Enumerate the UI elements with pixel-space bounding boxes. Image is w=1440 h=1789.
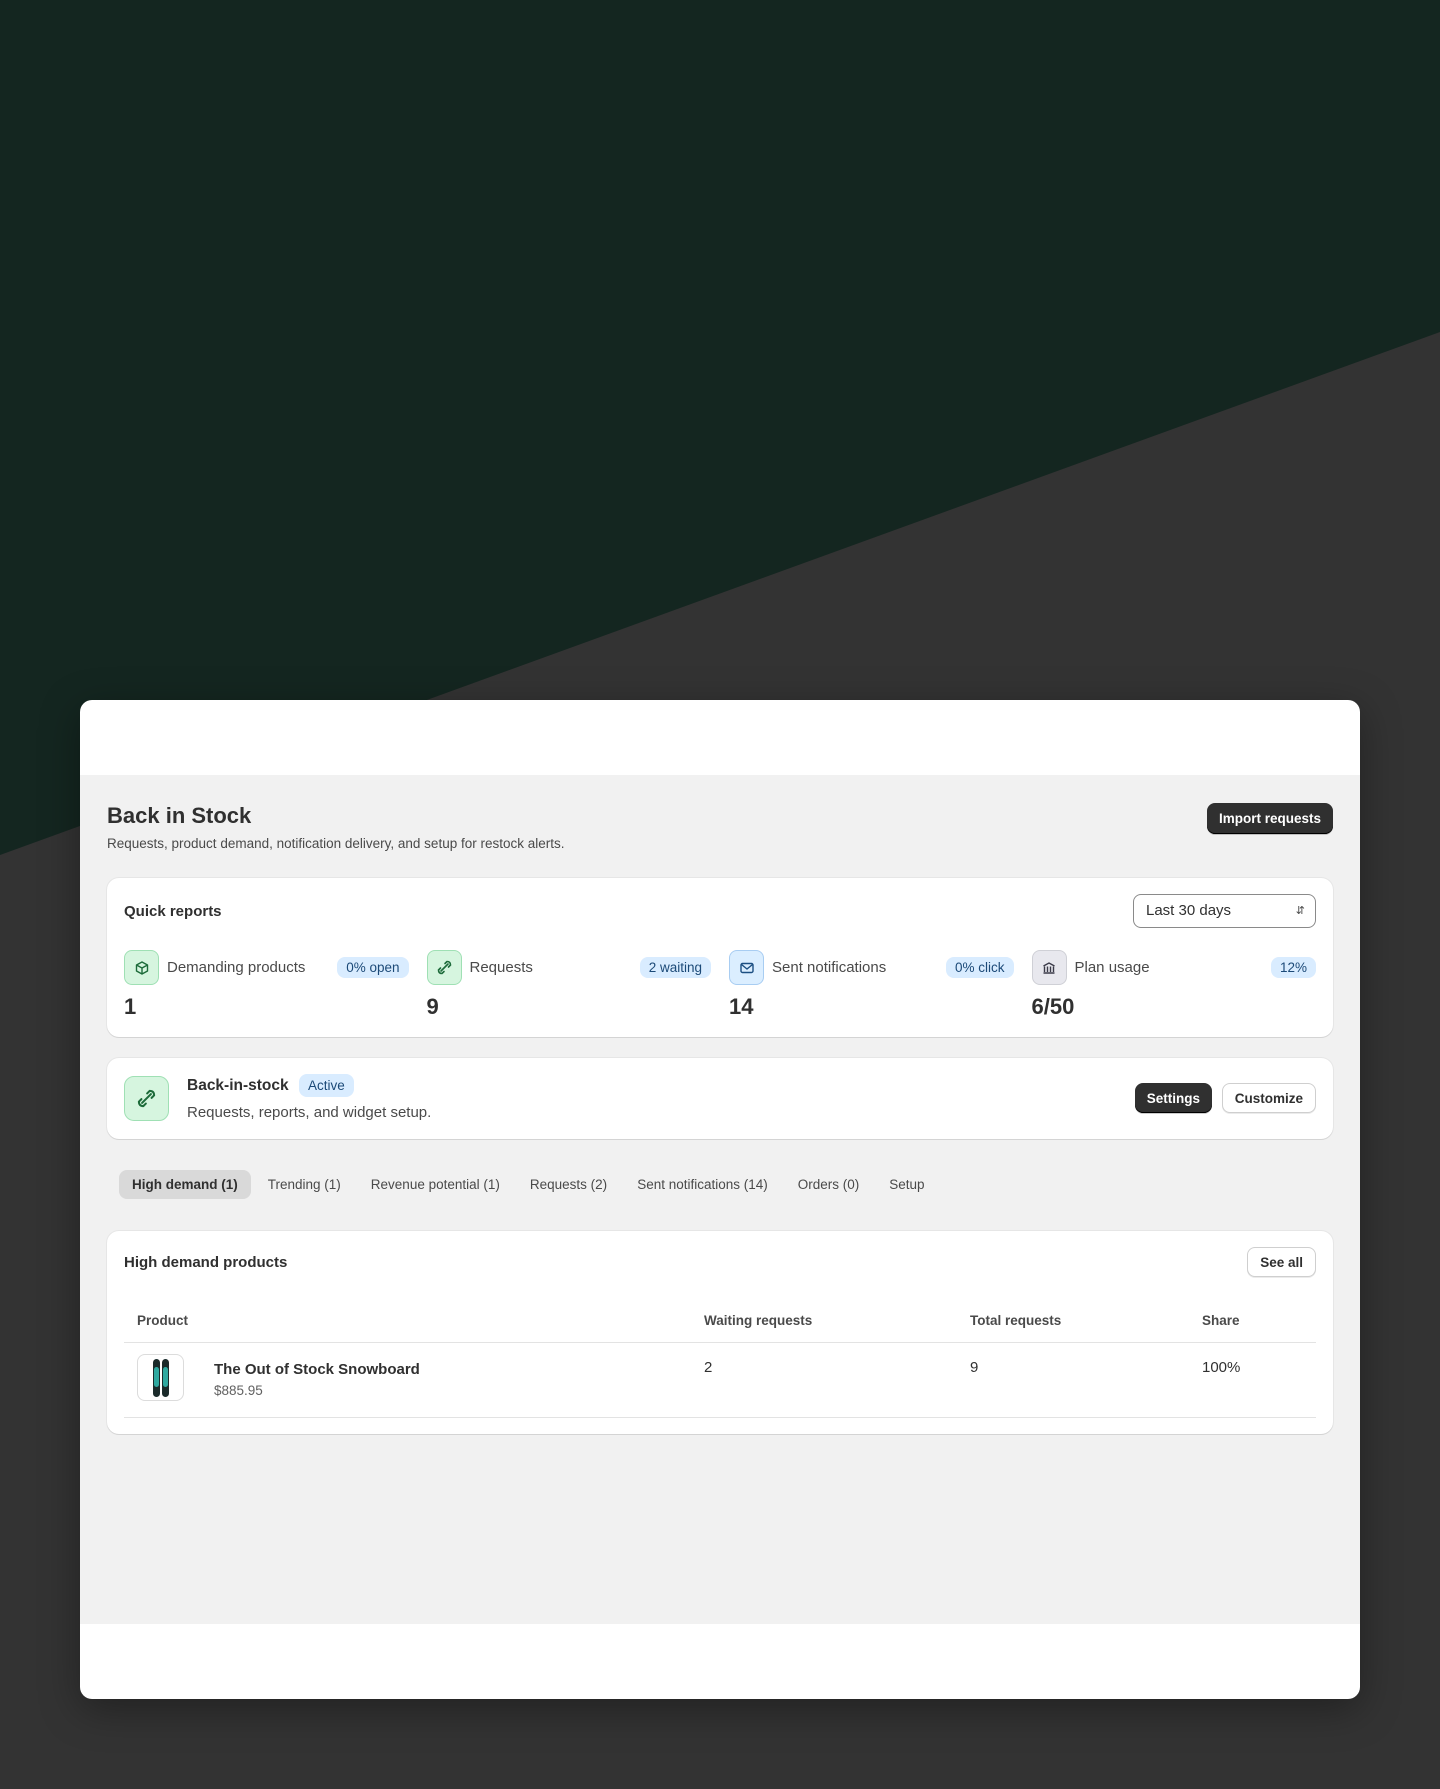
demand-table: Product Waiting requests Total requests … [124, 1303, 1316, 1418]
column-header-share[interactable]: Share [1202, 1313, 1240, 1328]
metric-label: Demanding products [167, 959, 306, 976]
settings-button[interactable]: Settings [1134, 1083, 1212, 1113]
table-header: Product Waiting requests Total requests … [124, 1303, 1316, 1343]
column-header-product[interactable]: Product [137, 1313, 188, 1328]
metric-badge: 0% click [945, 957, 1014, 978]
tab-sent-notifications[interactable]: Sent notifications (14) [624, 1170, 781, 1199]
metric-badge: 12% [1270, 957, 1316, 978]
link-icon [124, 1076, 169, 1121]
metric-label: Plan usage [1074, 959, 1150, 976]
period-select-value: Last 30 days [1146, 902, 1232, 919]
total-requests-cell: 9 [970, 1359, 979, 1376]
bank-icon [1031, 950, 1067, 985]
report-tabs: High demand (1) Trending (1) Revenue pot… [119, 1170, 938, 1199]
tab-revenue-potential[interactable]: Revenue potential (1) [358, 1170, 513, 1199]
metric-sent-notifications[interactable]: Sent notifications 0% click 14 [729, 950, 1014, 1020]
metric-value: 9 [426, 994, 439, 1019]
page-subtitle: Requests, product demand, notification d… [107, 836, 565, 851]
see-all-button[interactable]: See all [1247, 1247, 1316, 1277]
tab-high-demand[interactable]: High demand (1) [119, 1170, 251, 1199]
metric-label: Requests [469, 959, 533, 976]
app-content: Back in Stock Requests, product demand, … [80, 775, 1360, 1624]
tab-trending[interactable]: Trending (1) [255, 1170, 354, 1199]
metric-value: 14 [729, 994, 754, 1019]
column-header-total[interactable]: Total requests [970, 1313, 1061, 1328]
metric-label: Sent notifications [772, 959, 887, 976]
link-icon [426, 950, 462, 985]
app-window: Back in Stock Requests, product demand, … [80, 700, 1360, 1699]
column-header-waiting[interactable]: Waiting requests [704, 1313, 812, 1328]
back-in-stock-widget-card: Back-in-stock Active Requests, reports, … [107, 1058, 1333, 1139]
high-demand-title: High demand products [124, 1254, 288, 1271]
tab-setup[interactable]: Setup [876, 1170, 937, 1199]
metric-plan-usage[interactable]: Plan usage 12% 6/50 [1031, 950, 1316, 1020]
metric-demanding-products[interactable]: Demanding products 0% open 1 [124, 950, 409, 1020]
quick-reports-title: Quick reports [124, 903, 222, 920]
high-demand-card: High demand products See all Product Wai… [107, 1231, 1333, 1434]
snowboard-image [152, 1358, 160, 1397]
product-price: $885.95 [214, 1383, 263, 1398]
status-badge: Active [299, 1074, 354, 1097]
period-select[interactable]: Last 30 days ⇵ [1133, 894, 1316, 928]
waiting-requests-cell: 2 [704, 1359, 713, 1376]
page-header: Back in Stock Requests, product demand, … [107, 803, 1333, 851]
quick-reports-card: Quick reports Last 30 days ⇵ Demanding p… [107, 878, 1333, 1037]
select-chevron-icon: ⇵ [1295, 905, 1305, 917]
metric-badge: 2 waiting [639, 957, 711, 978]
metric-requests[interactable]: Requests 2 waiting 9 [426, 950, 711, 1020]
tab-requests[interactable]: Requests (2) [517, 1170, 620, 1199]
cube-icon [124, 950, 159, 985]
table-row[interactable]: The Out of Stock Snowboard $885.95 2 9 1… [124, 1343, 1316, 1418]
share-cell: 100% [1202, 1359, 1241, 1376]
metrics-row: Demanding products 0% open 1 Requests 2 … [124, 950, 1316, 1020]
snowboard-image [161, 1358, 169, 1397]
tab-orders[interactable]: Orders (0) [785, 1170, 873, 1199]
customize-button[interactable]: Customize [1221, 1083, 1316, 1113]
metric-value: 1 [124, 994, 137, 1019]
page-title: Back in Stock [107, 803, 252, 828]
metric-badge: 0% open [337, 957, 409, 978]
widget-title: Back-in-stock [187, 1077, 289, 1094]
metric-value: 6/50 [1031, 994, 1075, 1019]
widget-subtitle: Requests, reports, and widget setup. [187, 1104, 432, 1121]
product-thumbnail [137, 1354, 184, 1401]
product-name[interactable]: The Out of Stock Snowboard [214, 1361, 420, 1378]
import-requests-button[interactable]: Import requests [1206, 803, 1333, 834]
mail-icon [729, 950, 764, 985]
